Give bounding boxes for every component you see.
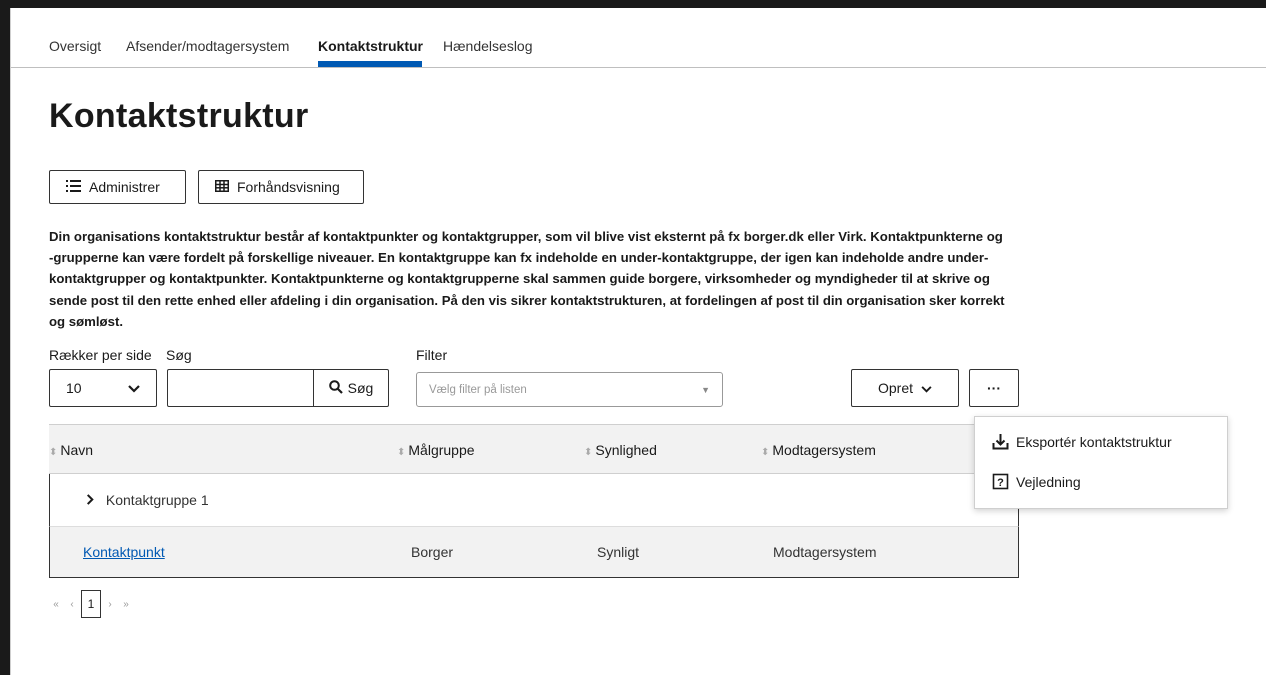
table-header: ⬍ Navn ⬍ Målgruppe ⬍ Synlighed ⬍ Modtagersys…: [49, 424, 1019, 474]
grid-icon: [215, 179, 229, 195]
chevron-down-icon: [921, 380, 932, 396]
prev-page-button[interactable]: ‹: [65, 590, 79, 618]
create-button[interactable]: Opret: [851, 369, 959, 407]
filter-select[interactable]: Vælg filter på listen ▼: [416, 372, 723, 407]
next-page-button[interactable]: ›: [103, 590, 117, 618]
target-cell: Borger: [411, 544, 454, 560]
table-group-row[interactable]: Kontaktgruppe 1: [49, 474, 1019, 527]
search-label: Søg: [166, 347, 192, 363]
administrer-button[interactable]: Administrer: [49, 170, 186, 204]
preview-button[interactable]: Forhåndsvisning: [198, 170, 364, 204]
caret-down-icon: ▼: [701, 384, 710, 395]
tab-oversigt[interactable]: Oversigt: [49, 38, 101, 54]
column-header-modtagersystem[interactable]: ⬍ Modtagersystem: [761, 442, 876, 458]
pagination: « ‹ 1 › »: [49, 590, 133, 618]
search-button-label: Søg: [347, 380, 374, 396]
window-left-border: [0, 0, 10, 675]
active-tab-indicator: [318, 61, 422, 67]
menu-item-export-label: Eksportér kontaktstruktur: [1016, 433, 1172, 450]
current-page-button[interactable]: 1: [81, 590, 101, 618]
last-page-button[interactable]: »: [119, 590, 133, 618]
contact-point-link[interactable]: Kontaktpunkt: [83, 544, 165, 560]
chevron-right-icon[interactable]: [86, 492, 98, 508]
create-label: Opret: [877, 380, 913, 396]
menu-item-export[interactable]: Eksportér kontaktstruktur: [991, 433, 1172, 450]
menu-item-help-label: Vejledning: [1016, 473, 1081, 490]
filter-placeholder: Vælg filter på listen: [429, 383, 527, 396]
content-left-edge: [10, 8, 11, 675]
column-header-synlighed[interactable]: ⬍ Synlighed: [584, 442, 657, 458]
more-options-button[interactable]: ···: [969, 369, 1019, 407]
rows-per-page-label: Rækker per side: [49, 347, 152, 363]
list-icon: [66, 179, 81, 195]
sort-icon: ⬍: [397, 447, 406, 458]
more-icon: ···: [987, 380, 1001, 396]
sort-icon: ⬍: [49, 447, 58, 458]
administrer-label: Administrer: [89, 179, 160, 195]
first-page-button[interactable]: «: [49, 590, 63, 618]
contact-point-link-text[interactable]: Kontaktpunkt: [83, 544, 165, 560]
system-cell: Modtagersystem: [773, 544, 877, 560]
search-icon: [328, 379, 343, 397]
column-header-malgruppe[interactable]: ⬍ Målgruppe: [397, 442, 475, 458]
visibility-cell: Synligt: [597, 544, 640, 560]
page-title: Kontaktstruktur: [49, 97, 309, 135]
chevron-down-icon: [128, 380, 140, 396]
sort-icon: ⬍: [584, 447, 593, 458]
rows-per-page-value: 10: [66, 380, 82, 396]
column-header-navn[interactable]: ⬍ Navn: [49, 442, 93, 458]
page-description: Din organisations kontaktstruktur består…: [49, 229, 1005, 329]
search-input[interactable]: [168, 370, 314, 406]
filter-label: Filter: [416, 347, 448, 363]
rows-per-page-select[interactable]: 10: [49, 369, 157, 407]
tab-haendelseslog[interactable]: Hændelseslog: [443, 38, 533, 54]
search-button[interactable]: Søg: [314, 370, 388, 406]
menu-item-help[interactable]: ? Vejledning: [991, 473, 1081, 490]
group-name: Kontaktgruppe 1: [105, 492, 209, 508]
more-options-menu: Eksportér kontaktstruktur ? Vejledning: [974, 416, 1228, 509]
contact-structure-table: ⬍ Navn ⬍ Målgruppe ⬍ Synlighed ⬍ Modtagersys…: [49, 424, 1019, 578]
preview-label: Forhåndsvisning: [237, 179, 340, 195]
tab-afsender-modtagersystem[interactable]: Afsender/modtagersystem: [126, 38, 289, 54]
table-row: Kontaktpunkt Borger Synligt Modtagersyst…: [49, 527, 1019, 578]
search-group: Søg: [167, 369, 389, 407]
sort-icon: ⬍: [761, 447, 770, 458]
tab-kontaktstruktur[interactable]: Kontaktstruktur: [318, 38, 423, 54]
window-top-border: [0, 0, 1266, 8]
help-icon: ?: [991, 473, 1009, 490]
tab-bar: Oversigt Afsender/modtagersystem Kontakt…: [11, 8, 1266, 68]
download-icon: [991, 433, 1009, 450]
svg-text:?: ?: [997, 477, 1004, 489]
group-cell: Kontaktgruppe 1: [86, 492, 209, 508]
